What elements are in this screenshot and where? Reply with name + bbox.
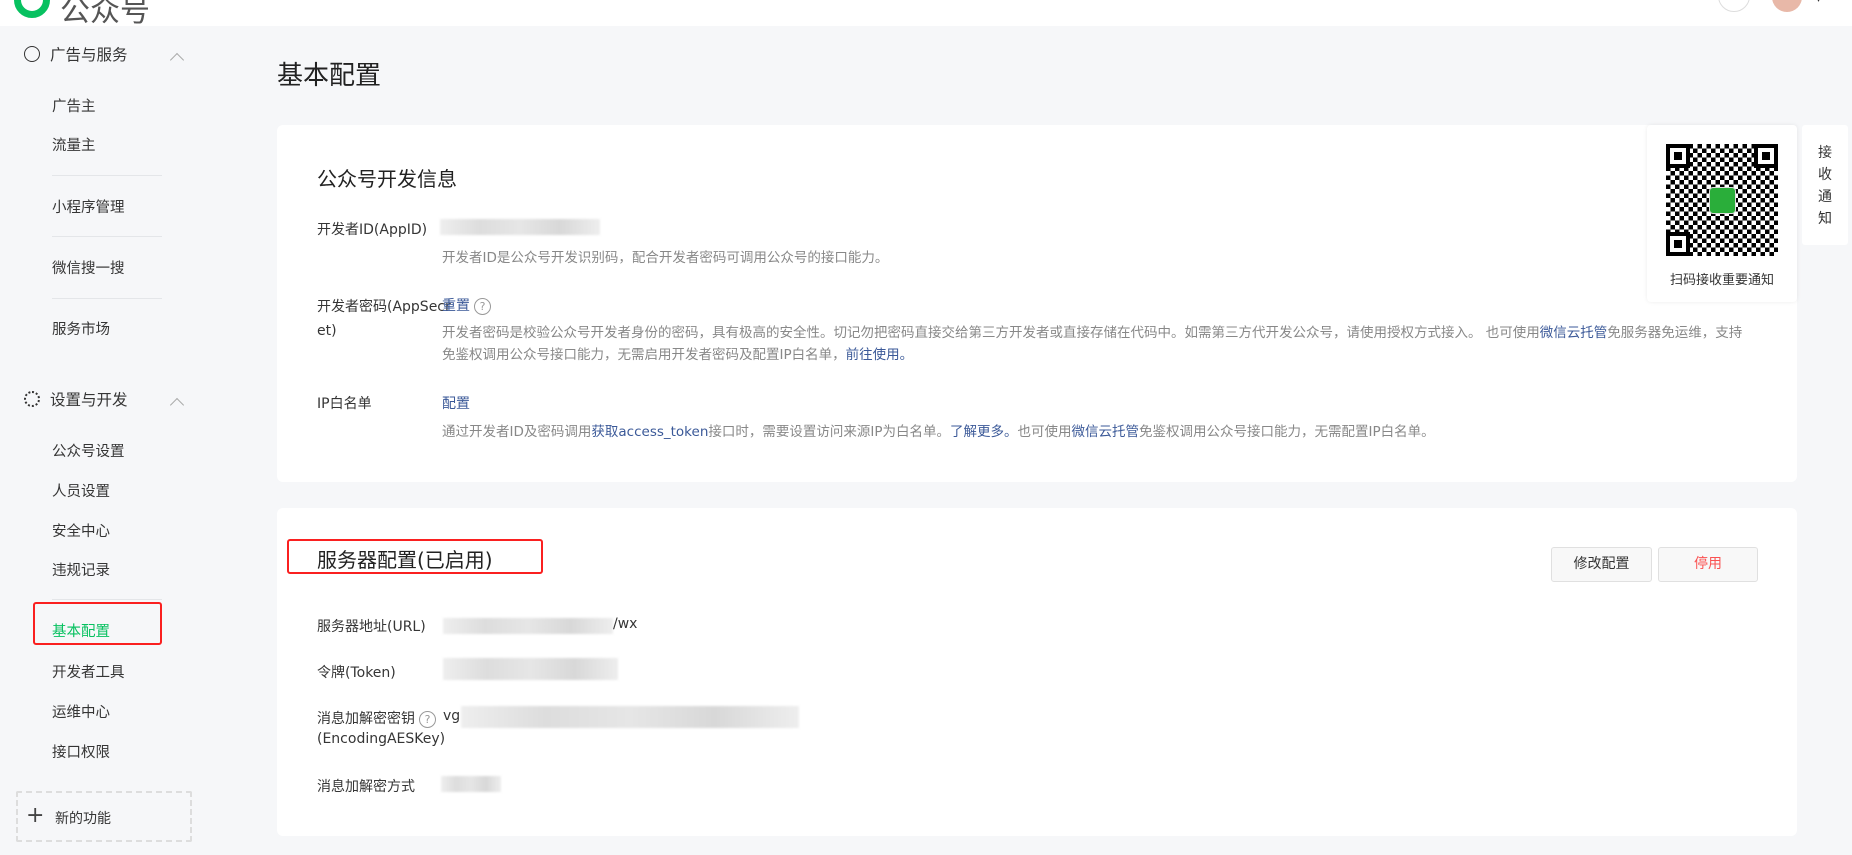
bell-icon[interactable] <box>1718 0 1750 12</box>
sidebar-item-advertiser[interactable]: 广告主 <box>52 95 96 116</box>
aes-value-prefix: vg <box>443 708 461 724</box>
sidebar-item-market[interactable]: 服务市场 <box>52 318 110 339</box>
sidebar-item-security[interactable]: 安全中心 <box>52 520 110 541</box>
encryption-method-redacted <box>441 776 501 792</box>
cloud-hosting-link[interactable]: 微信云托管 <box>1540 325 1608 341</box>
ip-config-link[interactable]: 配置 <box>442 393 470 413</box>
sidebar-item-ops[interactable]: 运维中心 <box>52 701 110 722</box>
qr-finder <box>1754 144 1778 168</box>
tab-char: 接 <box>1818 145 1832 161</box>
sidebar-item-search[interactable]: 微信搜一搜 <box>52 257 125 278</box>
avatar[interactable] <box>1772 0 1802 12</box>
learn-more-link[interactable]: 了解更多。 <box>950 424 1018 440</box>
sidebar-item-traffic[interactable]: 流量主 <box>52 134 96 155</box>
ip-whitelist-label: IP白名单 <box>317 396 372 412</box>
qr-finder <box>1666 144 1690 168</box>
sidebar-group-label: 广告与服务 <box>50 46 128 64</box>
desc-text: 也可使用 <box>1017 424 1072 440</box>
receive-notification-tab[interactable]: 接 收 通 知 <box>1802 125 1848 245</box>
qr-caption: 扫码接收重要通知 <box>1669 273 1774 288</box>
desc-text: 开发者密码是校验公众号开发者身份的密码，具有极高的安全性。切记勿把密码直接交给第… <box>442 325 1540 341</box>
url-value-redacted <box>443 618 613 634</box>
divider <box>52 236 162 237</box>
divider <box>52 175 162 176</box>
highlight-box <box>287 539 543 574</box>
page-title: 基本配置 <box>277 61 382 91</box>
divider <box>52 599 162 600</box>
help-icon[interactable]: ? <box>419 710 436 728</box>
secret-label: 开发者密码(AppSecret) <box>317 299 451 339</box>
sidebar-group-settings[interactable]: 设置与开发 <box>24 388 128 410</box>
gear-icon <box>24 391 40 407</box>
sidebar-item-miniprogram[interactable]: 小程序管理 <box>52 196 125 217</box>
sidebar-item-dev-tools[interactable]: 开发者工具 <box>52 661 125 682</box>
help-icon[interactable]: ? <box>474 297 491 315</box>
aes-value-redacted <box>461 706 799 728</box>
server-config-card: 服务器配置(已启用) 修改配置 停用 服务器地址(URL) /wx 令牌(Tok… <box>277 508 1797 836</box>
tab-char: 通 <box>1818 189 1832 205</box>
new-feature-button[interactable]: + 新的功能 <box>16 791 192 842</box>
desc-text: 免鉴权调用公众号接口能力，无需配置IP白名单。 <box>1139 424 1435 440</box>
aes-label-text: 消息加解密密钥 <box>317 711 415 727</box>
appid-desc: 开发者ID是公众号开发识别码，配合开发者密码可调用公众号的接口能力。 <box>442 250 889 266</box>
sidebar-item-violations[interactable]: 违规记录 <box>52 559 110 580</box>
aes-key-label: 消息加解密密钥? <box>317 708 436 728</box>
appid-value-redacted <box>440 219 600 235</box>
section-title: 公众号开发信息 <box>317 167 457 191</box>
access-token-link[interactable]: 获取access_token <box>591 424 708 440</box>
tab-char: 收 <box>1818 167 1832 183</box>
qr-code <box>1666 144 1778 256</box>
sidebar-group-ads[interactable]: 广告与服务 <box>24 43 128 65</box>
sidebar-item-api-permissions[interactable]: 接口权限 <box>52 741 110 762</box>
chevron-up-icon[interactable] <box>169 52 185 68</box>
token-value-redacted <box>443 658 618 680</box>
highlight-box <box>33 602 162 645</box>
chevron-up-icon[interactable] <box>169 397 185 413</box>
dev-info-card: 公众号开发信息 开发者ID(AppID) 开发者ID是公众号开发识别码，配合开发… <box>277 125 1797 482</box>
wechat-logo-icon <box>14 0 50 18</box>
ip-desc: 通过开发者ID及密码调用获取access_token接口时，需要设置访问来源IP… <box>442 421 1435 443</box>
sidebar-item-staff[interactable]: 人员设置 <box>52 480 110 501</box>
compass-icon <box>24 46 40 62</box>
sidebar-item-account-settings[interactable]: 公众号设置 <box>52 440 125 461</box>
aes-key-label-en: (EncodingAESKey) <box>317 731 446 747</box>
tab-char: 知 <box>1818 211 1832 227</box>
token-label: 令牌(Token) <box>317 665 396 681</box>
url-label: 服务器地址(URL) <box>317 619 426 635</box>
wechat-icon <box>1709 187 1736 214</box>
desc-text: 通过开发者ID及密码调用 <box>442 424 592 440</box>
qr-popover: 扫码接收重要通知 <box>1647 125 1797 302</box>
sidebar-group-label: 设置与开发 <box>50 391 128 409</box>
top-header: 公众号 ▾ <box>0 0 1852 29</box>
desc-text: 接口时，需要设置访问来源IP为白名单。 <box>708 424 951 440</box>
plus-icon: + <box>26 803 45 828</box>
disable-button[interactable]: 停用 <box>1658 547 1758 582</box>
secret-actions: 重置? <box>442 295 491 315</box>
new-feature-label: 新的功能 <box>55 811 111 827</box>
qr-finder <box>1666 232 1690 256</box>
logo-text: 公众号 <box>60 0 150 29</box>
cloud-hosting-link[interactable]: 微信云托管 <box>1072 424 1140 440</box>
encryption-method-label: 消息加解密方式 <box>317 779 415 795</box>
chevron-down-icon[interactable]: ▾ <box>1816 0 1821 5</box>
secret-desc: 开发者密码是校验公众号开发者身份的密码，具有极高的安全性。切记勿把密码直接交给第… <box>442 322 1752 366</box>
go-use-link[interactable]: 前往使用。 <box>846 347 914 363</box>
divider <box>52 298 162 299</box>
appid-label: 开发者ID(AppID) <box>317 222 428 238</box>
reset-secret-link[interactable]: 重置 <box>442 298 470 314</box>
modify-config-button[interactable]: 修改配置 <box>1551 547 1652 582</box>
url-value-suffix: /wx <box>613 616 638 632</box>
